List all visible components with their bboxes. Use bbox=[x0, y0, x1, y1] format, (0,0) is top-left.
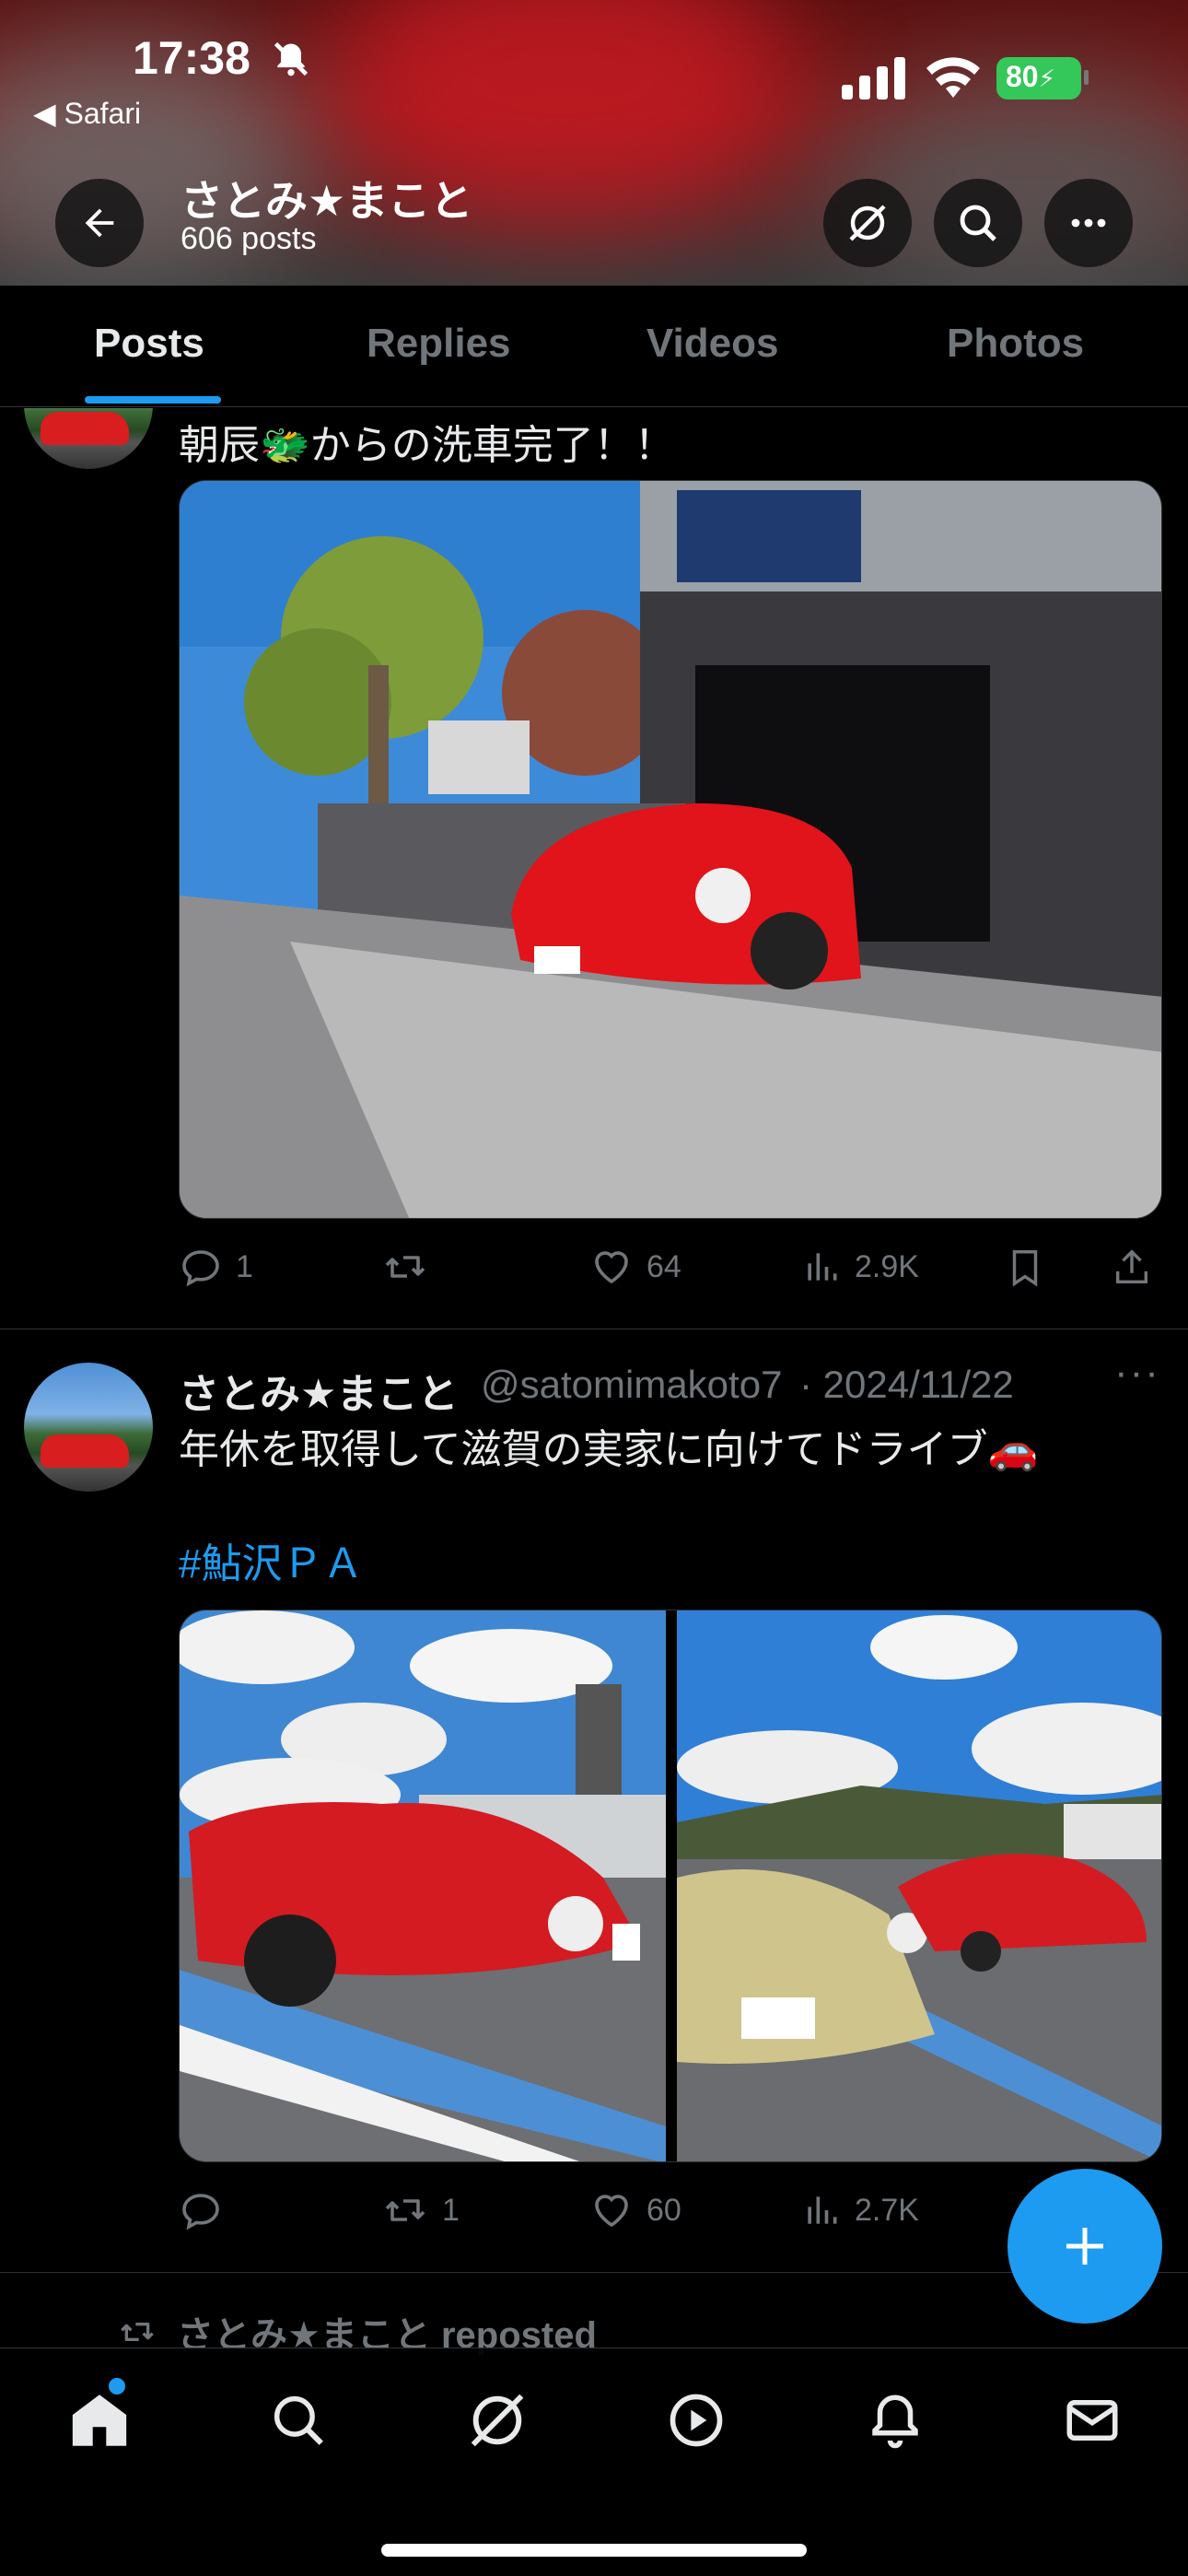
grok-button[interactable] bbox=[823, 179, 912, 267]
like-icon bbox=[595, 1251, 628, 1284]
profile-name: さとみ★まこと bbox=[181, 177, 473, 225]
like-button[interactable]: 64 bbox=[589, 1245, 681, 1289]
status-time: 17:38 bbox=[133, 32, 250, 84]
nav-explore[interactable] bbox=[262, 2383, 335, 2457]
reply-icon bbox=[182, 2194, 219, 2231]
red-porsche-photo[interactable] bbox=[180, 1610, 666, 2162]
nav-notifications[interactable] bbox=[858, 2383, 932, 2457]
share-button[interactable] bbox=[1111, 1245, 1153, 1291]
notification-dot bbox=[109, 2378, 125, 2395]
explore-icon bbox=[274, 2395, 323, 2445]
reply-count: 1 bbox=[236, 1248, 253, 1284]
wifi-icon bbox=[926, 57, 980, 98]
tab-posts[interactable]: Posts bbox=[94, 321, 204, 367]
profile-header: 17:38 ◀ Safari 80⚡ さとみ★まこと 606 posts bbox=[0, 0, 1188, 286]
bookmark-icon bbox=[1012, 1250, 1038, 1287]
more-options-button[interactable] bbox=[1044, 179, 1133, 267]
views-count: 2.7K bbox=[855, 2192, 919, 2228]
repost-count: 1 bbox=[442, 2192, 460, 2228]
views-icon bbox=[808, 2196, 837, 2224]
nav-grok[interactable] bbox=[460, 2383, 534, 2457]
video-icon bbox=[670, 2394, 723, 2447]
grok-nav-icon bbox=[471, 2394, 524, 2447]
back-to-safari-link[interactable]: ◀ Safari bbox=[33, 96, 141, 131]
mail-icon bbox=[1066, 2400, 1118, 2441]
repost-button[interactable]: 1 bbox=[381, 2188, 460, 2232]
grok-icon bbox=[849, 205, 886, 241]
avatar[interactable] bbox=[24, 408, 153, 469]
views-button[interactable]: 2.7K bbox=[801, 2188, 919, 2232]
active-tab-indicator bbox=[85, 396, 221, 404]
more-icon bbox=[1071, 218, 1106, 228]
like-icon bbox=[595, 2195, 628, 2228]
post-text: 朝辰🐲からの洗車完了！！ bbox=[179, 423, 675, 468]
share-icon bbox=[1115, 1249, 1148, 1284]
home-icon bbox=[72, 2395, 127, 2446]
nav-home[interactable] bbox=[63, 2378, 136, 2457]
post-divider bbox=[0, 2272, 1188, 2273]
nav-messages[interactable] bbox=[1055, 2383, 1129, 2457]
profile-tabs: Posts Replies Videos Photos bbox=[0, 286, 1188, 407]
post-more-button[interactable]: ··· bbox=[1114, 1350, 1160, 1396]
post-author-name[interactable]: さとみ★まこと bbox=[179, 1361, 458, 1420]
like-count: 64 bbox=[646, 1248, 681, 1284]
views-count: 2.9K bbox=[855, 1248, 919, 1284]
repost-icon bbox=[121, 2323, 154, 2341]
bell-off-icon bbox=[274, 41, 309, 76]
post-2[interactable]: さとみ★まこと @satomimakoto7 · 2024/11/22 ··· … bbox=[0, 1329, 1188, 2273]
car-in-garage-photo bbox=[180, 481, 1161, 1218]
back-arrow-icon bbox=[85, 208, 114, 238]
search-icon bbox=[960, 205, 996, 241]
tab-photos[interactable]: Photos bbox=[947, 321, 1084, 367]
repost-button[interactable] bbox=[381, 1245, 442, 1289]
reply-icon bbox=[182, 1250, 219, 1287]
gold-and-red-porsche-photo[interactable] bbox=[677, 1610, 1162, 2162]
nav-video[interactable] bbox=[659, 2383, 733, 2457]
battery-indicator: 80⚡ bbox=[996, 57, 1089, 100]
tab-videos[interactable]: Videos bbox=[646, 321, 778, 367]
home-indicator[interactable] bbox=[381, 2544, 807, 2557]
tab-replies[interactable]: Replies bbox=[367, 321, 511, 367]
avatar[interactable] bbox=[24, 1363, 153, 1492]
back-button[interactable] bbox=[55, 179, 144, 267]
views-button[interactable]: 2.9K bbox=[801, 1245, 919, 1289]
bell-icon bbox=[872, 2395, 918, 2449]
post-author-handle[interactable]: @satomimakoto7 bbox=[481, 1363, 782, 1407]
post-1[interactable]: 朝辰🐲からの洗車完了！！ 1 64 2.9K bbox=[0, 408, 1188, 1329]
post-text: 年休を取得して滋賀の実家に向けてドライブ🚗 bbox=[179, 1427, 1039, 1472]
post-image-grid bbox=[179, 1610, 1162, 2162]
compose-button[interactable] bbox=[1007, 2169, 1162, 2324]
repost-icon bbox=[385, 2199, 425, 2221]
post-hashtag[interactable]: #鮎沢ＰＡ bbox=[179, 1530, 363, 1589]
cell-signal-icon bbox=[842, 57, 905, 100]
bookmark-button[interactable] bbox=[1004, 1245, 1046, 1291]
repost-icon bbox=[385, 1256, 425, 1278]
like-count: 60 bbox=[646, 2192, 681, 2228]
bottom-navigation bbox=[0, 2348, 1188, 2576]
profile-posts-count: 606 posts bbox=[181, 221, 317, 256]
post-image[interactable] bbox=[179, 480, 1162, 1219]
compose-plus-icon bbox=[1066, 2228, 1103, 2265]
reply-button[interactable] bbox=[179, 2188, 236, 2232]
post-date[interactable]: · 2024/11/22 bbox=[799, 1363, 1014, 1407]
views-icon bbox=[808, 1253, 837, 1281]
like-button[interactable]: 60 bbox=[589, 2188, 681, 2232]
reply-button[interactable]: 1 bbox=[179, 1245, 253, 1289]
search-button[interactable] bbox=[934, 179, 1022, 267]
